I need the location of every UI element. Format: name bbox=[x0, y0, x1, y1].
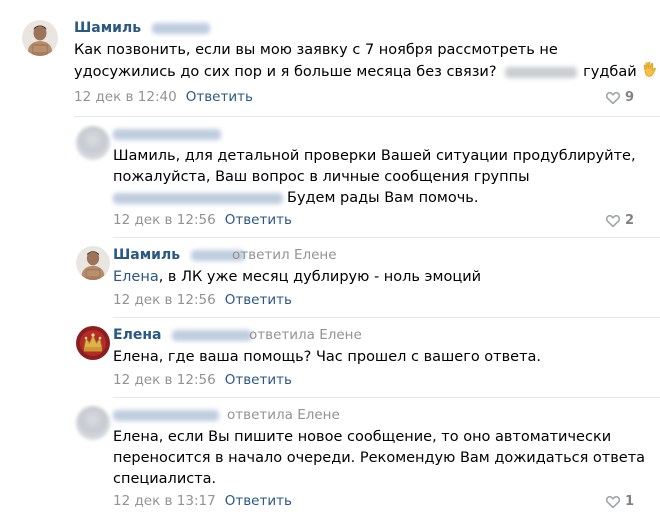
comment-meta: 12 дек в 12:56 Ответить bbox=[113, 292, 292, 309]
comment-4: Елена ответила Елене Елена, где ваша пом… bbox=[0, 317, 660, 397]
replied-to: ответила Елене bbox=[249, 327, 362, 343]
like-count: 9 bbox=[624, 90, 634, 105]
blurred-surname bbox=[151, 22, 210, 34]
comment-date[interactable]: 12 дек в 12:40 bbox=[74, 89, 177, 105]
comment-author[interactable] bbox=[113, 126, 221, 143]
comment-author[interactable] bbox=[113, 407, 219, 424]
comment-2: Шамиль, для детальной проверки Вашей сит… bbox=[0, 116, 660, 236]
comment-5: ответила Елене Елена, если Вы пишите нов… bbox=[0, 397, 660, 517]
comment-author[interactable]: Шамиль bbox=[113, 247, 245, 264]
blurred-text bbox=[505, 66, 578, 78]
avatar[interactable] bbox=[76, 406, 110, 440]
like-button[interactable]: 1 bbox=[605, 493, 634, 510]
comment-text: Шамиль, для детальной проверки Вашей сит… bbox=[113, 148, 636, 206]
comment-meta: 12 дек в 12:56 Ответить bbox=[113, 212, 292, 229]
comment-date[interactable]: 12 дек в 12:56 bbox=[113, 372, 216, 388]
comment-text: Елена, в ЛК уже месяц дублирую - ноль эм… bbox=[113, 269, 482, 285]
blurred-author-name bbox=[113, 409, 219, 421]
comment-meta: 12 дек в 13:17 Ответить bbox=[113, 493, 292, 510]
blurred-surname bbox=[172, 329, 253, 341]
comment-author[interactable]: Шамиль bbox=[74, 20, 210, 37]
comment-author[interactable]: Елена bbox=[113, 327, 253, 344]
reply-button[interactable]: Ответить bbox=[186, 89, 253, 105]
comment-meta: 12 дек в 12:40 Ответить bbox=[74, 89, 253, 106]
like-count: 2 bbox=[624, 213, 634, 228]
comment-meta: 12 дек в 12:56 Ответить bbox=[113, 372, 292, 389]
comment-text: Елена, где ваша помощь? Час прошел с ваш… bbox=[113, 349, 542, 365]
replied-to: ответил Елене bbox=[232, 247, 337, 263]
replied-to: ответила Елене bbox=[227, 407, 340, 423]
comment-date[interactable]: 12 дек в 13:17 bbox=[113, 493, 216, 509]
heart-icon bbox=[605, 91, 620, 104]
waving-hand-emoji bbox=[641, 61, 658, 85]
comment-date[interactable]: 12 дек в 12:56 bbox=[113, 212, 216, 228]
like-button[interactable]: 2 bbox=[605, 212, 634, 229]
reply-button[interactable]: Ответить bbox=[225, 372, 292, 388]
avatar[interactable] bbox=[76, 326, 110, 360]
heart-icon bbox=[605, 495, 620, 508]
like-button[interactable]: 9 bbox=[605, 89, 634, 106]
comment-text: Как позвонить, если вы мою заявку с 7 но… bbox=[74, 40, 658, 85]
heart-icon bbox=[605, 214, 620, 227]
avatar[interactable] bbox=[76, 126, 110, 160]
comment-3: Шамиль ответил Елене Елена, в ЛК уже мес… bbox=[0, 237, 660, 317]
reply-button[interactable]: Ответить bbox=[225, 212, 292, 228]
avatar[interactable] bbox=[22, 20, 58, 56]
avatar[interactable] bbox=[76, 246, 110, 280]
mention-link[interactable]: Елена bbox=[113, 269, 159, 285]
reply-button[interactable]: Ответить bbox=[225, 292, 292, 308]
blurred-author-name bbox=[113, 128, 221, 140]
reply-button[interactable]: Ответить bbox=[225, 493, 292, 509]
like-count: 1 bbox=[624, 494, 634, 509]
comment-date[interactable]: 12 дек в 12:56 bbox=[113, 292, 216, 308]
blurred-link[interactable] bbox=[113, 192, 283, 204]
comment-text: Елена, если Вы пишите новое сообщение, т… bbox=[113, 429, 646, 487]
comment-1: Шамиль Как позвонить, если вы мою заявку… bbox=[0, 0, 660, 112]
